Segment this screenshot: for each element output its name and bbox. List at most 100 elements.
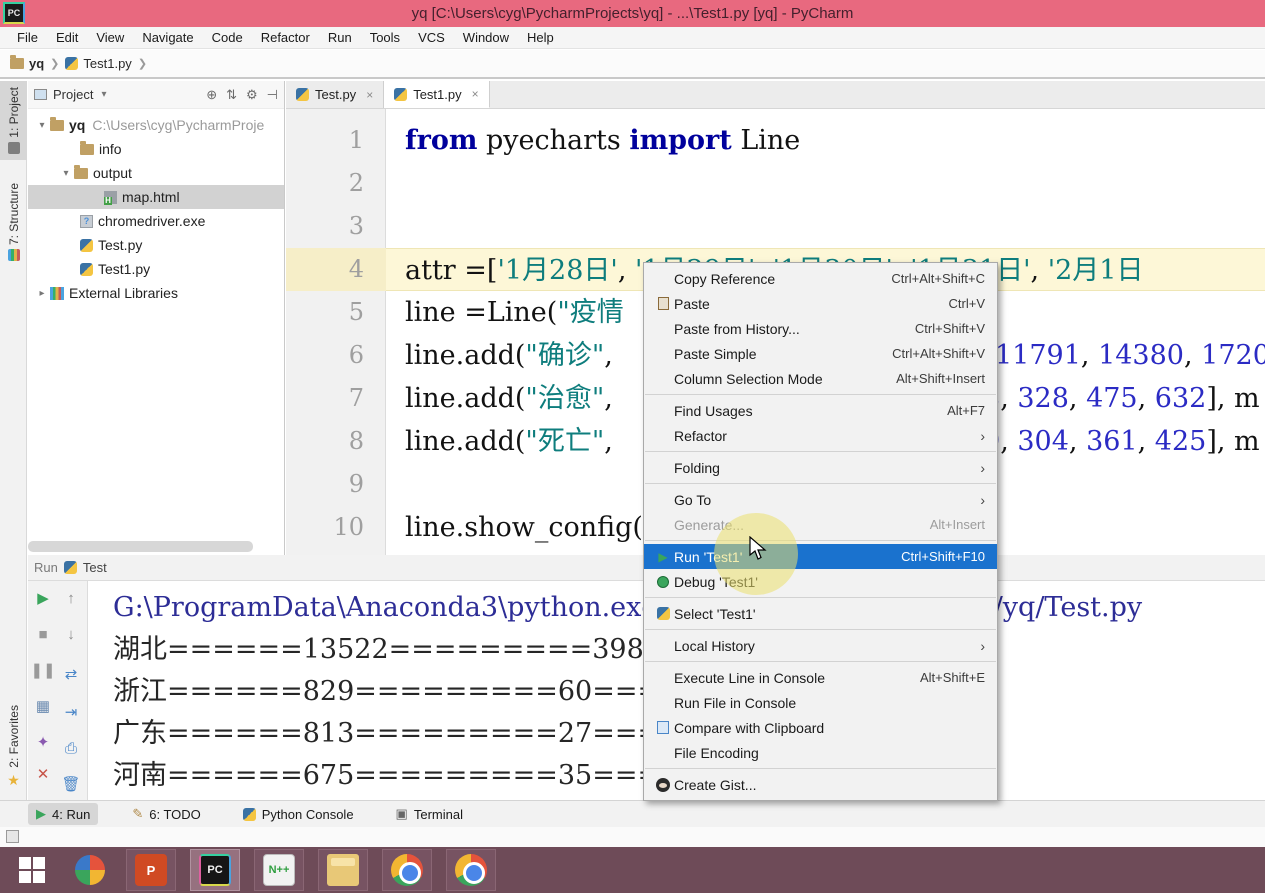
tab-test-py[interactable]: Test.py × [286,81,384,108]
project-tree: ▾ yq C:\Users\cyg\PycharmProje info ▾ ou… [28,109,284,305]
menu-navigate[interactable]: Navigate [133,27,202,48]
toolwindow-button-run[interactable]: ▶ 4: Run [28,803,98,825]
tree-item-external-libraries[interactable]: ▸ External Libraries [28,281,284,305]
pinwheel-app-icon [75,855,105,885]
folder-icon [10,58,24,69]
code-line-1[interactable]: from pyecharts import Line [386,119,1265,162]
menu-item-find-usages[interactable]: Find UsagesAlt+F7 [644,398,997,423]
menu-item-folding[interactable]: Folding› [644,455,997,480]
html-file-icon [104,191,117,204]
taskbar-notepad-plus-plus[interactable]: N++ [254,849,304,891]
locate-file-icon[interactable]: ⊕ [206,87,217,103]
close-icon[interactable]: × [366,88,373,102]
chevron-right-icon[interactable]: ▸ [34,288,50,299]
terminal-icon: ▣ [396,806,408,822]
collapse-all-icon[interactable]: ⇅ [226,87,237,103]
menu-refactor[interactable]: Refactor [252,27,319,48]
taskbar-file-manager[interactable] [318,849,368,891]
menu-item-paste[interactable]: PasteCtrl+V [644,291,997,316]
menu-item-copy-reference[interactable]: Copy ReferenceCtrl+Alt+Shift+C [644,266,997,291]
menu-item-run-test1[interactable]: ▶Run 'Test1'Ctrl+Shift+F10 [644,544,997,569]
tree-item-yq[interactable]: ▾ yq C:\Users\cyg\PycharmProje [28,113,284,137]
taskbar-pycharm[interactable]: PC [190,849,240,891]
pin-tab-button[interactable]: ✦ [32,731,54,753]
soft-wrap-button[interactable]: ⇄ [60,663,82,685]
menu-item-execute-line-in-console[interactable]: Execute Line in ConsoleAlt+Shift+E [644,665,997,690]
menu-item-run-file-in-console[interactable]: Run File in Console [644,690,997,715]
tree-item-test-py[interactable]: Test.py [28,233,284,257]
clear-console-button[interactable]: 🗑 [60,773,82,795]
toolwindow-button-python-console[interactable]: Python Console [235,804,362,825]
pause-button[interactable]: ❚❚ [32,659,54,681]
taskbar-powerpoint[interactable]: P [126,849,176,891]
close-button[interactable]: ✕ [32,763,54,785]
breadcrumb-project[interactable]: yq [29,56,44,71]
menu-file[interactable]: File [8,27,47,48]
toolwindow-button-todo[interactable]: ✎ 6: TODO [124,803,208,825]
submenu-arrow-icon: › [980,492,985,508]
toolwindow-button-favorites[interactable]: 2: Favorites ★ [0,699,27,795]
chevron-right-icon: ❯ [50,57,59,70]
breadcrumb-file[interactable]: Test1.py [83,56,131,71]
show-toolwindows-button[interactable]: ▦ [32,695,54,717]
menu-item-select-test1[interactable]: Select 'Test1' [644,601,997,626]
run-session-tab[interactable]: Test [83,560,107,575]
horizontal-scrollbar[interactable] [28,541,253,552]
toolwindow-button-project[interactable]: 1: Project [0,81,27,160]
rerun-button[interactable]: ▶ [32,587,54,609]
structure-toolwindow-icon [8,249,20,261]
menu-tools[interactable]: Tools [361,27,409,48]
menu-item-paste-simple[interactable]: Paste SimpleCtrl+Alt+Shift+V [644,341,997,366]
run-icon: ▶ [36,806,46,822]
down-stack-trace-button[interactable]: ↓ [60,623,82,645]
chevron-down-icon[interactable]: ▾ [34,120,50,131]
menu-view[interactable]: View [87,27,133,48]
tree-item-map-html[interactable]: map.html [28,185,284,209]
toolwindow-button-structure[interactable]: 7: Structure [0,177,27,267]
print-button[interactable]: ⎙ [60,737,82,759]
gear-icon[interactable]: ⚙ [246,87,258,103]
chevron-down-icon[interactable]: ▾ [101,89,106,100]
code-line-7-fragment: 3, 328, 475, 632], m [983,377,1260,420]
menu-help[interactable]: Help [518,27,563,48]
structure-button-label: 7: Structure [7,183,21,245]
menu-run[interactable]: Run [319,27,361,48]
editor-gutter: 1 2 3 4 5 6 7 8 9 10 [286,109,386,555]
menu-item-paste-from-history[interactable]: Paste from History...Ctrl+Shift+V [644,316,997,341]
tree-item-chromedriver[interactable]: ? chromedriver.exe [28,209,284,233]
up-stack-trace-button[interactable]: ↑ [60,587,82,609]
scroll-to-end-button[interactable]: ⇥ [60,701,82,723]
menu-item-file-encoding[interactable]: File Encoding [644,740,997,765]
tree-item-test1-py[interactable]: Test1.py [28,257,284,281]
stop-button[interactable]: ■ [32,623,54,645]
menu-item-debug-test1[interactable]: Debug 'Test1' [644,569,997,594]
menu-window[interactable]: Window [454,27,518,48]
close-icon[interactable]: × [472,87,479,101]
menu-item-compare-with-clipboard[interactable]: Compare with Clipboard [644,715,997,740]
menu-item-create-gist[interactable]: Create Gist... [644,772,997,797]
hide-panel-icon[interactable]: ⊣ [267,87,278,103]
menu-item-go-to[interactable]: Go To› [644,487,997,512]
taskbar-chrome-1[interactable] [382,849,432,891]
line-number: 9 [286,463,364,506]
chevron-down-icon[interactable]: ▾ [58,168,74,179]
folder-icon [74,168,88,179]
menu-item-refactor[interactable]: Refactor› [644,423,997,448]
line-number: 10 [286,506,364,549]
tab-test1-py[interactable]: Test1.py × [384,81,489,108]
github-icon [656,778,670,792]
taskbar-pinwheel-app[interactable] [68,849,112,891]
menu-item-local-history[interactable]: Local History› [644,633,997,658]
breadcrumb: yq ❯ Test1.py ❯ [0,50,1265,79]
toolwindow-button-terminal[interactable]: ▣ Terminal [388,803,471,825]
start-button[interactable] [10,849,54,891]
tree-item-output[interactable]: ▾ output [28,161,284,185]
menu-item-column-selection-mode[interactable]: Column Selection ModeAlt+Shift+Insert [644,366,997,391]
tree-item-info[interactable]: info [28,137,284,161]
menu-edit[interactable]: Edit [47,27,87,48]
run-icon: ▶ [652,550,674,564]
toggle-toolwindows-icon[interactable] [6,830,19,843]
menu-code[interactable]: Code [203,27,252,48]
menu-vcs[interactable]: VCS [409,27,454,48]
taskbar-chrome-2[interactable] [446,849,496,891]
